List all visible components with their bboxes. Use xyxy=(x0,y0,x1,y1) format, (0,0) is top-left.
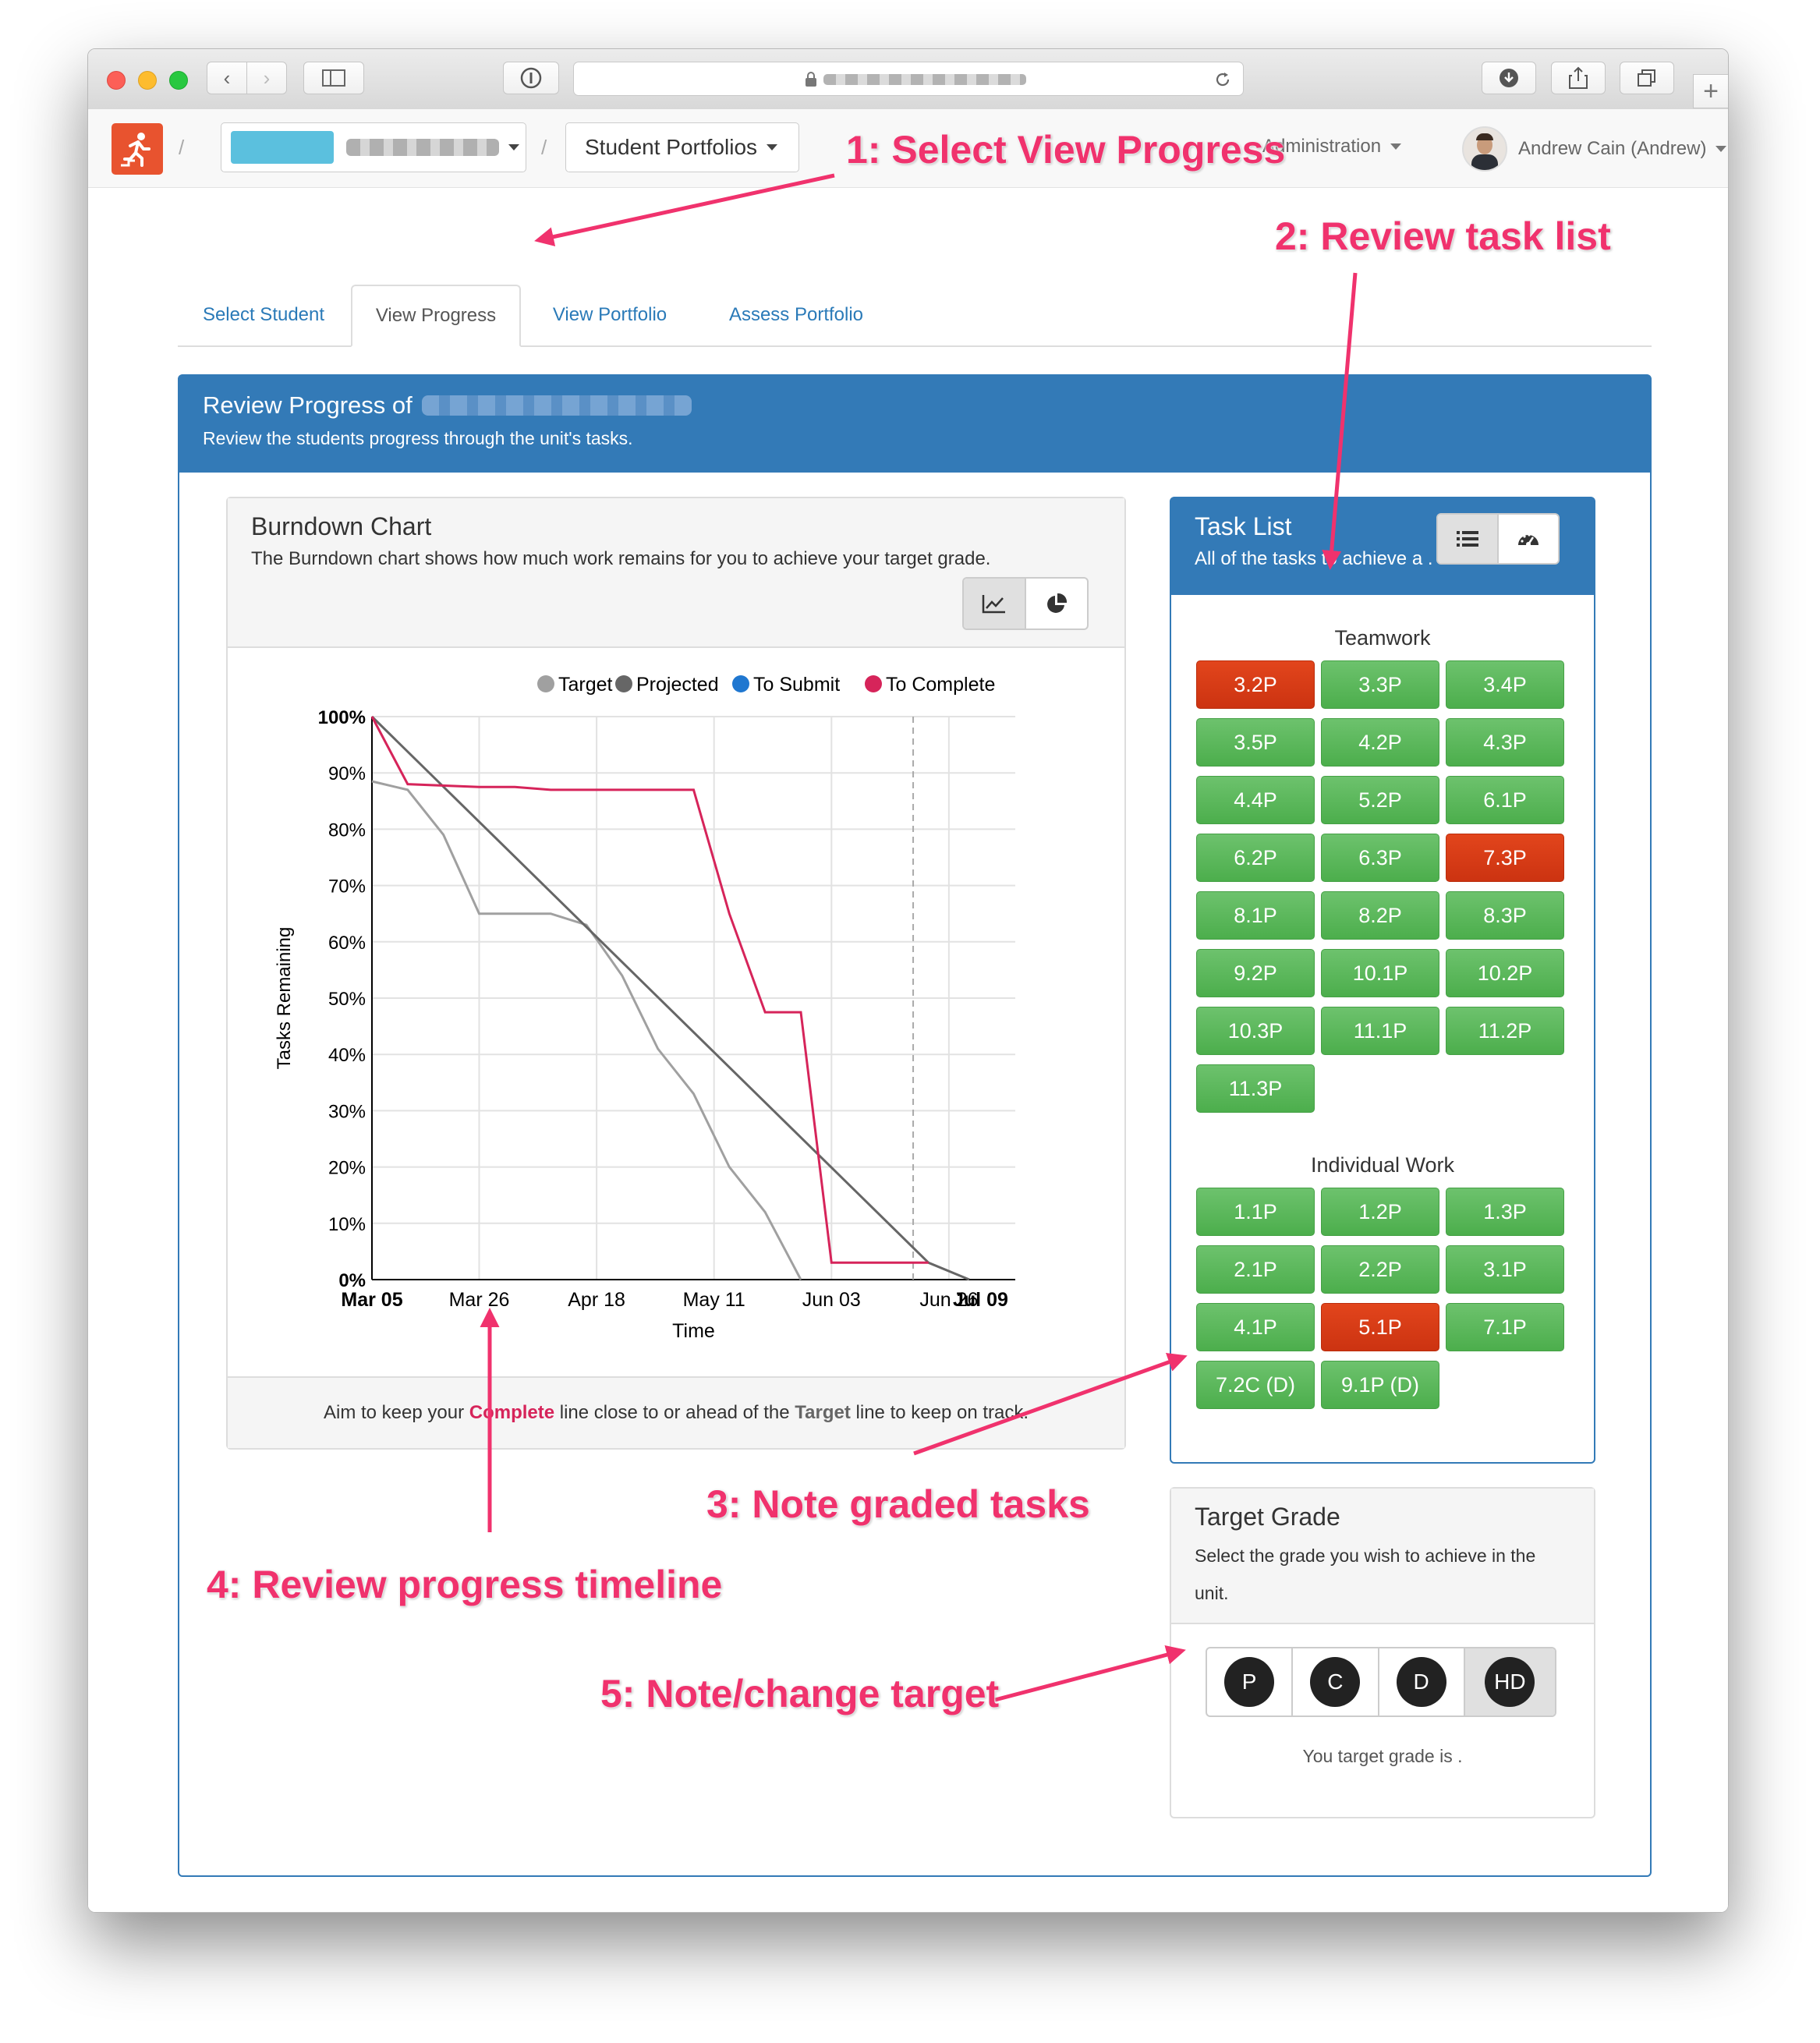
arrow-3 xyxy=(913,1352,1188,1456)
arrow-2 xyxy=(1322,272,1358,570)
arrow-5 xyxy=(994,1645,1186,1702)
annotation-3: 3: Note graded tasks xyxy=(706,1482,1090,1526)
annotation-arrows xyxy=(480,173,1358,1702)
annotation-4: 4: Review progress timeline xyxy=(207,1563,723,1606)
annotation-5: 5: Note/change target xyxy=(600,1672,1000,1715)
arrow-1 xyxy=(534,173,835,246)
annotation-2: 2: Review task list xyxy=(1275,214,1611,258)
annotation-1: 1: Select View Progress xyxy=(846,128,1286,172)
